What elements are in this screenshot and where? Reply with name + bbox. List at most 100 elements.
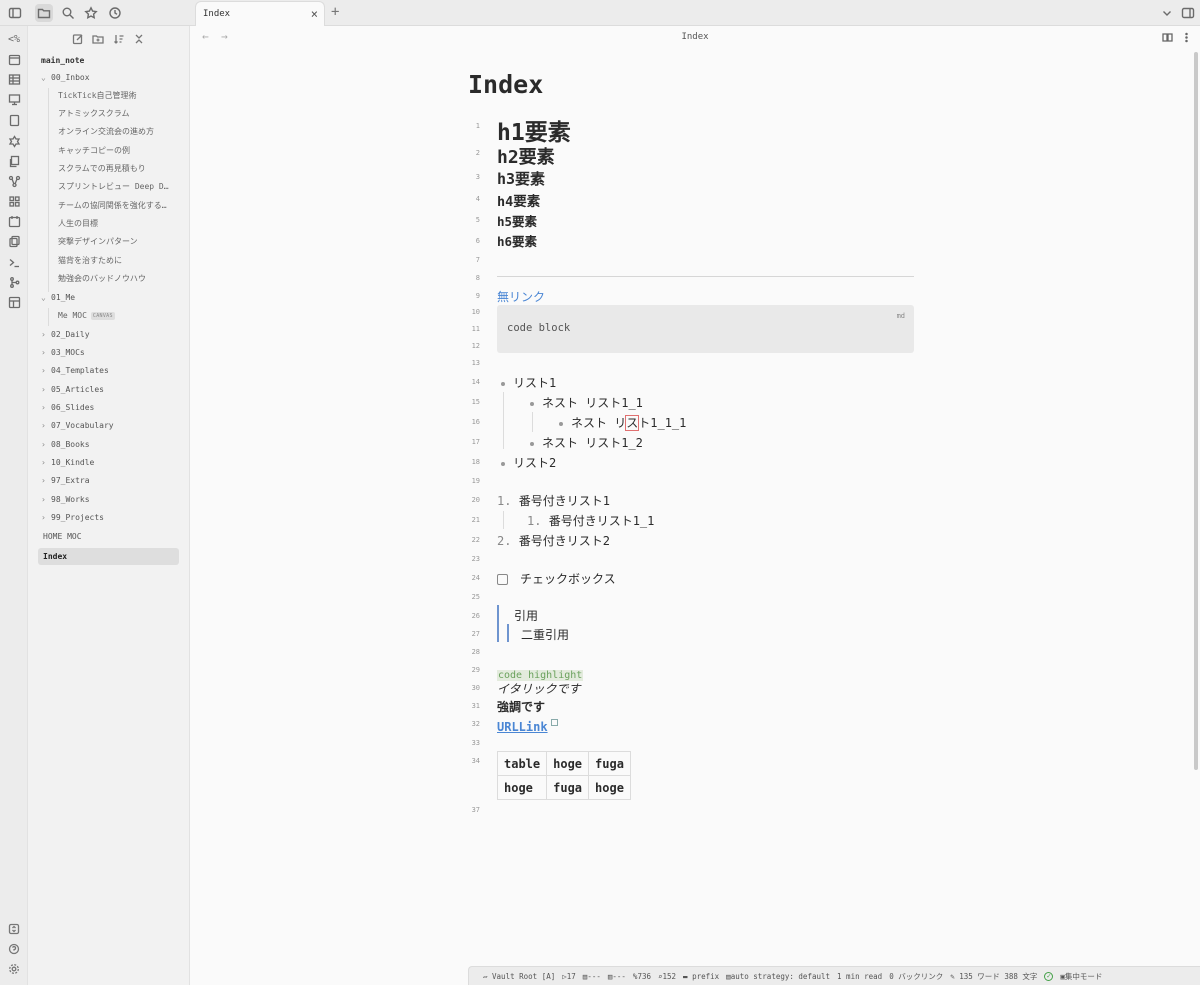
table-cell[interactable]: fuga: [588, 751, 631, 776]
code-block[interactable]: md code block: [497, 305, 914, 353]
file-item-canvas[interactable]: Me MOC CANVAS: [58, 307, 115, 324]
file-item-selected[interactable]: Index: [38, 548, 179, 565]
view-title[interactable]: Index: [190, 32, 1200, 42]
status-prefix[interactable]: ▬ prefix: [683, 972, 719, 981]
markdown-table[interactable]: table hoge fuga hoge fuga hoge: [496, 751, 631, 800]
list-item[interactable]: ネスト リスト1_1_1: [559, 414, 686, 431]
grid-icon[interactable]: [6, 193, 22, 209]
vault-switch-icon[interactable]: [6, 921, 22, 937]
terminal-icon[interactable]: [6, 254, 22, 270]
new-folder-icon[interactable]: [91, 32, 105, 46]
status-item[interactable]: %736: [633, 972, 651, 981]
heading-3[interactable]: h3要素: [497, 168, 545, 189]
collapse-all-icon[interactable]: [132, 32, 146, 46]
file-item[interactable]: 人生の目標: [58, 215, 98, 232]
heading-5[interactable]: h5要素: [497, 211, 537, 230]
right-sidebar-toggle-icon[interactable]: [1179, 4, 1197, 22]
list-item[interactable]: ネスト リスト1_2: [530, 434, 643, 451]
nested-blockquote-text[interactable]: 二重引用: [521, 626, 569, 643]
folder-item[interactable]: › 98_Works: [41, 491, 90, 508]
file-item[interactable]: アトミックスクラム: [58, 105, 130, 122]
status-item[interactable]: ⌕152: [658, 972, 676, 981]
ordered-list-item[interactable]: 2. 番号付きリスト2: [497, 532, 610, 549]
slides-icon[interactable]: [6, 91, 22, 107]
git-icon[interactable]: [6, 274, 22, 290]
folder-item[interactable]: › 97_Extra: [41, 472, 90, 489]
settings-gear-icon[interactable]: [6, 961, 22, 977]
link-text[interactable]: URLLink: [497, 720, 548, 734]
file-item[interactable]: 勉強会のバッドノウハウ: [58, 270, 146, 287]
folder-item[interactable]: › 10_Kindle: [41, 454, 94, 471]
ordered-list-item[interactable]: 1. 番号付きリスト1_1: [527, 512, 654, 529]
graph-icon[interactable]: [6, 173, 22, 189]
checkbox[interactable]: [497, 574, 508, 585]
status-item[interactable]: ▤---: [583, 972, 601, 981]
table-cell[interactable]: hoge: [546, 751, 590, 776]
tab-close-icon[interactable]: ×: [311, 8, 318, 20]
file-item[interactable]: キャッチコピーの例: [58, 142, 130, 159]
recent-clock-icon[interactable]: [106, 4, 124, 22]
focus-mode-button[interactable]: ▣集中モード: [1060, 971, 1102, 982]
italic-text[interactable]: イタリックです: [497, 680, 581, 697]
copy-icon[interactable]: [6, 233, 22, 249]
scrollbar[interactable]: [1194, 52, 1198, 770]
heading-2[interactable]: h2要素: [497, 143, 555, 169]
sidebar-toggle-icon[interactable]: [6, 4, 24, 22]
note-title[interactable]: Index: [468, 70, 543, 99]
file-item[interactable]: 猫背を治すために: [58, 252, 122, 269]
tab-list-chevron-icon[interactable]: [1158, 4, 1176, 22]
status-backlinks[interactable]: 0 バックリンク: [889, 971, 943, 982]
list-item[interactable]: リスト1: [501, 374, 556, 391]
folder-item[interactable]: › 02_Daily: [41, 326, 90, 343]
files-icon[interactable]: [35, 4, 53, 22]
puzzle-icon[interactable]: [6, 133, 22, 149]
status-item[interactable]: ▥---: [608, 972, 626, 981]
folder-item[interactable]: › 06_Slides: [41, 399, 94, 416]
vault-name[interactable]: main_note: [41, 52, 84, 69]
external-link[interactable]: URLLink: [497, 716, 558, 735]
daily-note-icon[interactable]: [6, 213, 22, 229]
folder-item[interactable]: › 05_Articles: [41, 381, 104, 398]
calendar-icon[interactable]: [6, 51, 22, 67]
blockquote-text[interactable]: 引用: [514, 607, 538, 624]
status-item[interactable]: ▷17: [562, 972, 576, 981]
heading-1[interactable]: h1要素: [497, 113, 571, 147]
file-item[interactable]: HOME MOC: [43, 528, 82, 545]
vault-root-status[interactable]: ▱ Vault Root [A]: [483, 972, 555, 981]
folder-item[interactable]: › 07_Vocabulary: [41, 417, 114, 434]
file-item[interactable]: チームの協同関係を強化する…: [58, 197, 183, 214]
folder-item[interactable]: › 99_Projects: [41, 509, 104, 526]
copy-file-icon[interactable]: [6, 153, 22, 169]
page-icon[interactable]: [6, 112, 22, 128]
table-icon[interactable]: [6, 71, 22, 87]
search-icon[interactable]: [59, 4, 77, 22]
status-word-count[interactable]: ✎ 135 ワード 388 文字: [950, 971, 1037, 982]
table-cell[interactable]: hoge: [496, 775, 548, 800]
task-item[interactable]: チェックボックス: [497, 570, 616, 587]
list-item[interactable]: リスト2: [501, 454, 556, 471]
layout-icon[interactable]: [6, 294, 22, 310]
table-cell[interactable]: hoge: [588, 775, 631, 800]
list-item[interactable]: ネスト リスト1_1: [530, 394, 643, 411]
bold-text[interactable]: 強調です: [497, 698, 545, 715]
file-item[interactable]: スプリントレビュー Deep D…: [58, 178, 183, 195]
help-icon[interactable]: [6, 941, 22, 957]
file-item[interactable]: 突撃デザインパターン: [58, 233, 138, 250]
file-item[interactable]: オンライン交流会の進め方: [58, 123, 154, 140]
new-tab-icon[interactable]: +: [331, 5, 339, 19]
new-note-icon[interactable]: [71, 32, 85, 46]
heading-6[interactable]: h6要素: [497, 231, 537, 250]
table-cell[interactable]: fuga: [546, 775, 590, 800]
tab-index[interactable]: Index ×: [195, 1, 325, 26]
folder-item[interactable]: › 04_Templates: [41, 362, 109, 379]
more-options-icon[interactable]: [1180, 31, 1192, 43]
folder-01-me[interactable]: ⌄ 01_Me: [41, 289, 75, 306]
reading-view-book-icon[interactable]: [1161, 31, 1173, 43]
table-cell[interactable]: table: [496, 751, 548, 776]
sync-check-icon[interactable]: ✓: [1044, 971, 1054, 981]
heading-4[interactable]: h4要素: [497, 190, 540, 210]
ordered-list-item[interactable]: 1. 番号付きリスト1: [497, 492, 610, 509]
folder-00-inbox[interactable]: ⌄ 00_Inbox: [41, 69, 90, 86]
folder-item[interactable]: › 03_MOCs: [41, 344, 85, 361]
templater-icon[interactable]: <%: [6, 31, 22, 47]
